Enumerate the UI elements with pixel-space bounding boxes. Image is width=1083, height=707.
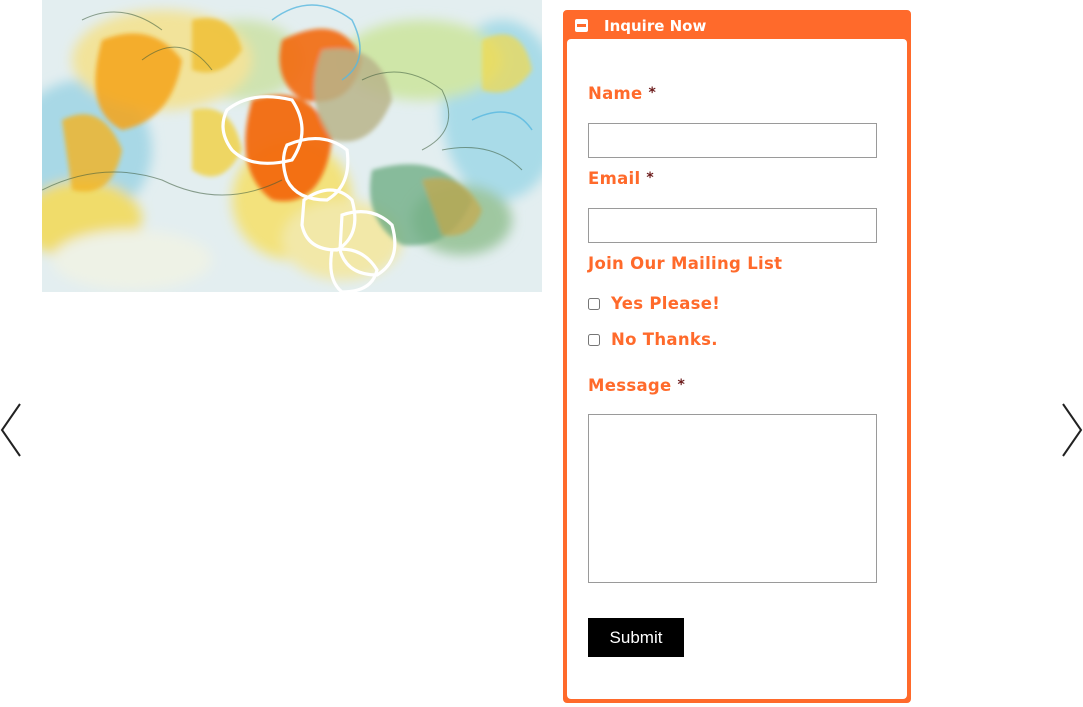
mailing-list-label: Join Our Mailing List [588, 254, 783, 273]
inquire-panel: Inquire Now Name * Email * Join Our Mailin… [563, 10, 911, 703]
required-mark: * [646, 170, 655, 186]
message-textarea[interactable] [588, 414, 877, 583]
email-input[interactable] [588, 208, 877, 243]
required-mark: * [677, 377, 686, 393]
message-label-text: Message [588, 376, 672, 395]
email-label-text: Email [588, 169, 641, 188]
artwork-image [42, 0, 542, 292]
minus-square-icon[interactable] [575, 19, 588, 32]
option-no-row: No Thanks. [588, 330, 718, 349]
option-yes-row: Yes Please! [588, 294, 720, 313]
message-label: Message * [588, 376, 685, 395]
email-label: Email * [588, 169, 654, 188]
abstract-painting [42, 0, 542, 292]
no-checkbox[interactable] [588, 333, 600, 346]
panel-header[interactable]: Inquire Now [565, 12, 909, 39]
panel-title: Inquire Now [604, 16, 707, 35]
next-arrow[interactable] [1057, 400, 1083, 460]
name-input[interactable] [588, 123, 877, 158]
yes-checkbox[interactable] [588, 297, 600, 310]
chevron-right-icon [1062, 403, 1083, 457]
no-label: No Thanks. [611, 330, 718, 349]
previous-arrow[interactable] [0, 400, 26, 460]
name-label: Name * [588, 84, 656, 103]
inquiry-form: Name * Email * Join Our Mailing List Yes P… [567, 39, 907, 699]
chevron-left-icon [0, 403, 21, 457]
required-mark: * [648, 85, 657, 101]
yes-label: Yes Please! [611, 294, 721, 313]
name-label-text: Name [588, 84, 643, 103]
submit-button[interactable]: Submit [588, 618, 684, 657]
